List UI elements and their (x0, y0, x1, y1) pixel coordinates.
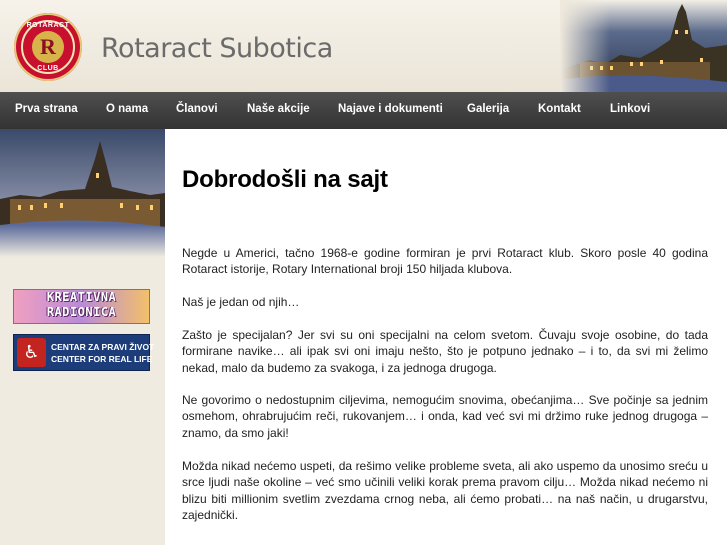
radionica-line1: KREATIVNA (46, 290, 117, 304)
nav-item-najave-i-dokumenti[interactable]: Najave i dokumenti (338, 103, 443, 115)
rotaract-logo[interactable]: ROTARACT R CLUB (14, 13, 82, 81)
paragraph-intro: Negde u Americi, tačno 1968-e godine for… (182, 246, 708, 277)
header: ROTARACT R CLUB Rotaract Subotica (0, 0, 727, 92)
centar-za-pravi-zivot-link[interactable]: ♿ CENTAR ZA PRAVI ŽIVOT CENTER FOR REAL … (13, 334, 154, 371)
logo-letter: R (32, 31, 64, 63)
radionica-line2: RADIONICA (46, 305, 117, 319)
site-title: Rotaract Subotica (101, 33, 333, 64)
logo-bottom-text: CLUB (37, 65, 59, 72)
kreativna-radionica-link[interactable]: KREATIVNA RADIONICA (13, 289, 150, 324)
paragraph-ours: Naš je jedan od njih… (182, 295, 300, 309)
nav-item-galerija[interactable]: Galerija (467, 103, 509, 115)
header-banner-image (560, 0, 727, 92)
nav-item-o-nama[interactable]: O nama (106, 103, 148, 115)
nav-item-clanovi[interactable]: Članovi (176, 103, 218, 115)
page-title: Dobrodošli na sajt (182, 166, 388, 193)
nav-item-nase-akcije[interactable]: Naše akcije (247, 103, 310, 115)
main-navigation: Prva strana O nama Članovi Naše akcije N… (0, 92, 727, 129)
centar-line1: CENTAR ZA PRAVI ŽIVOT (51, 342, 155, 352)
paragraph-maybe: Možda nikad nećemo uspeti, da rešimo vel… (182, 459, 708, 522)
paragraph-special: Zašto je specijalan? Jer svi su oni spec… (182, 328, 708, 375)
paragraph-goals: Ne govorimo o nedostupnim ciljevima, nem… (182, 393, 708, 440)
logo-top-text: ROTARACT (26, 22, 70, 29)
sidebar-city-image (0, 129, 165, 257)
centar-line2: CENTER FOR REAL LIFE (51, 354, 153, 364)
nav-item-prva-strana[interactable]: Prva strana (15, 103, 78, 115)
wheelchair-icon: ♿ (17, 338, 46, 367)
nav-item-linkovi[interactable]: Linkovi (610, 103, 650, 115)
nav-item-kontakt[interactable]: Kontakt (538, 103, 581, 115)
